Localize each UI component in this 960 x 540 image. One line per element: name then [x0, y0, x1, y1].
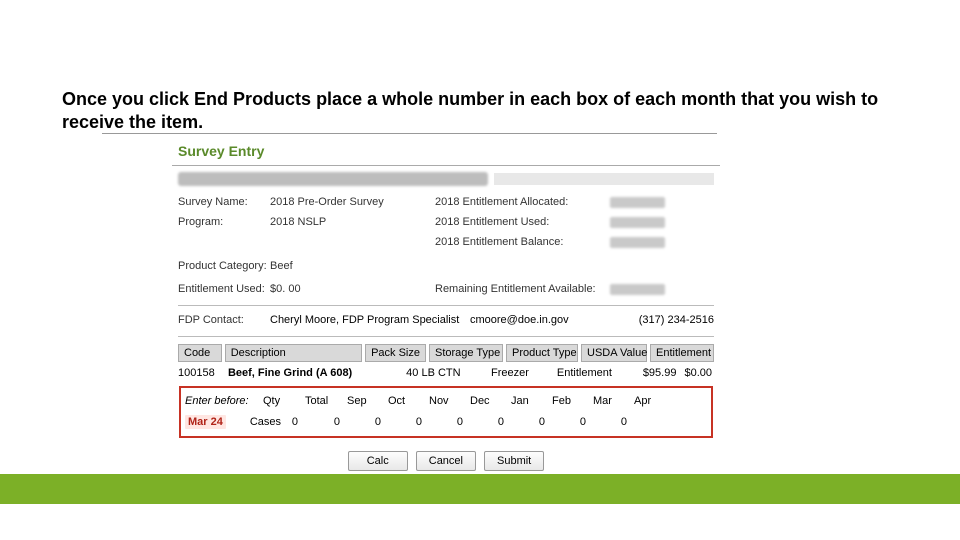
entitlement-used-value-redacted: [610, 217, 665, 228]
month-feb-input[interactable]: 0: [539, 416, 580, 428]
month-jan-label: Jan: [511, 395, 552, 407]
col-code: Code: [178, 344, 222, 362]
org-bar: [494, 173, 714, 185]
month-jan-input[interactable]: 0: [498, 416, 539, 428]
month-feb-label: Feb: [552, 395, 593, 407]
entitlement-used-row-label: Entitlement Used:: [178, 283, 270, 295]
org-row: [172, 170, 720, 192]
cases-label: Cases: [250, 416, 292, 428]
entitlement-used-label: 2018 Entitlement Used:: [435, 216, 610, 228]
fdp-contact-name: Cheryl Moore, FDP Program Specialist: [270, 314, 470, 326]
footer-bar: [0, 474, 960, 504]
product-category-label: Product Category:: [178, 260, 270, 272]
column-headers: Code Description Pack Size Storage Type …: [172, 341, 720, 365]
month-sep-label: Sep: [347, 395, 388, 407]
month-dec-label: Dec: [470, 395, 511, 407]
contact-row: FDP Contact: Cheryl Moore, FDP Program S…: [172, 310, 720, 330]
calc-button[interactable]: Calc: [348, 451, 408, 471]
month-mar-label: Mar: [593, 395, 634, 407]
fdp-contact-label: FDP Contact:: [178, 314, 270, 326]
program-value: 2018 NSLP: [270, 216, 435, 228]
product-type: Entitlement: [549, 367, 620, 379]
enter-before-value: Mar 24: [185, 415, 226, 429]
entitlement-allocated-value-redacted: [610, 197, 665, 208]
program-label: Program:: [178, 216, 270, 228]
info-grid: Survey Name: 2018 Pre-Order Survey 2018 …: [172, 192, 720, 299]
submit-button[interactable]: Submit: [484, 451, 544, 471]
month-sep-input[interactable]: 0: [334, 416, 375, 428]
product-storage-type: Freezer: [471, 367, 549, 379]
separator-2: [178, 336, 714, 337]
entitlement-used-row-value: $0. 00: [270, 283, 435, 295]
cancel-button[interactable]: Cancel: [416, 451, 476, 471]
qty-label: Qty: [263, 395, 305, 407]
product-pack-size: 40 LB CTN: [406, 367, 471, 379]
entitlement-allocated-label: 2018 Entitlement Allocated:: [435, 196, 610, 208]
enter-before-label: Enter before:: [185, 395, 263, 407]
fdp-contact-email: cmoore@doe.in.gov: [470, 314, 590, 326]
month-nov-label: Nov: [429, 395, 470, 407]
fdp-contact-phone: (317) 234-2516: [639, 314, 714, 326]
instruction-heading: Once you click End Products place a whol…: [62, 88, 902, 133]
col-storage-type: Storage Type: [429, 344, 503, 362]
total-label: Total: [305, 395, 347, 407]
month-entry-highlight: Enter before: Qty Total Sep Oct Nov Dec …: [179, 386, 713, 438]
product-description: Beef, Fine Grind (A 608): [228, 367, 406, 379]
month-apr-label: Apr: [634, 395, 675, 407]
panel-title: Survey Entry: [172, 135, 720, 165]
panel-title-underline: [172, 165, 720, 166]
product-code: 100158: [178, 367, 228, 379]
total-value: 0: [292, 416, 334, 428]
col-pack-size: Pack Size: [365, 344, 426, 362]
survey-name-value: 2018 Pre-Order Survey: [270, 196, 435, 208]
month-mar-input[interactable]: 0: [580, 416, 621, 428]
month-oct-label: Oct: [388, 395, 429, 407]
remaining-entitlement-value-redacted: [610, 284, 665, 295]
month-apr-input[interactable]: 0: [621, 416, 662, 428]
heading-underline: [102, 133, 717, 134]
month-dec-input[interactable]: 0: [457, 416, 498, 428]
product-category-value: Beef: [270, 260, 435, 272]
survey-name-label: Survey Name:: [178, 196, 270, 208]
col-entitlement: Entitlement: [650, 344, 714, 362]
remaining-entitlement-label: Remaining Entitlement Available:: [435, 283, 610, 295]
separator: [178, 305, 714, 306]
month-oct-input[interactable]: 0: [375, 416, 416, 428]
product-row: 100158 Beef, Fine Grind (A 608) 40 LB CT…: [172, 365, 720, 381]
product-entitlement: $0.00: [684, 367, 714, 379]
month-nov-input[interactable]: 0: [416, 416, 457, 428]
entitlement-balance-value-redacted: [610, 237, 665, 248]
col-usda-value: USDA Value: [581, 344, 647, 362]
product-usda-value: $95.99: [620, 367, 685, 379]
entitlement-balance-label: 2018 Entitlement Balance:: [435, 236, 610, 248]
survey-entry-panel: Survey Entry Survey Name: 2018 Pre-Order…: [172, 135, 720, 479]
col-product-type: Product Type: [506, 344, 578, 362]
col-description: Description: [225, 344, 362, 362]
org-name-redacted: [178, 172, 488, 186]
